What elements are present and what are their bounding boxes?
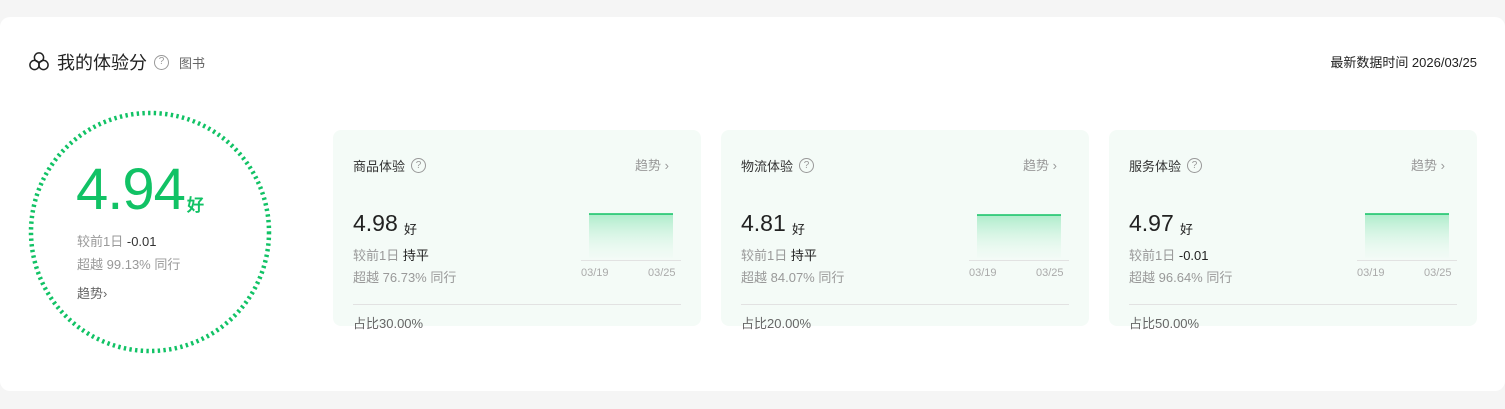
beat-value: 99.13% [106, 257, 151, 272]
prev-day-value: -0.01 [126, 234, 157, 249]
card-score: 4.98 [353, 210, 398, 236]
overall-trend-link[interactable]: 趋势› [77, 283, 107, 302]
beat-label: 超越 [741, 270, 768, 285]
card-level: 好 [792, 222, 806, 237]
card-title: 服务体验 ? [1129, 156, 1203, 175]
prev-day-label: 较前1日 [1129, 248, 1176, 263]
spark-axis [969, 260, 1069, 261]
card-prev-day: 较前1日 持平 [741, 245, 817, 264]
update-time: 最新数据时间 2026/03/25 [1330, 55, 1477, 70]
prev-day-value: 持平 [790, 248, 817, 263]
card-level: 好 [1180, 222, 1194, 237]
prev-day-value: 持平 [402, 248, 429, 263]
trend-label: 趋势 [1023, 158, 1050, 173]
logistics-experience-card: 物流体验 ? 趋势 › 4.81 好 较前1日 持平 超越 84.07% 同行 … [721, 130, 1089, 331]
divider [741, 304, 1069, 305]
beat-label: 超越 [77, 257, 104, 272]
beat-label: 超越 [353, 270, 380, 285]
trend-label: 趋势 [77, 286, 104, 301]
card-trend-link[interactable]: 趋势 › [635, 155, 669, 174]
spark-axis [581, 260, 681, 261]
divider [1129, 304, 1457, 305]
prev-day-label: 较前1日 [741, 248, 788, 263]
peer-label: 同行 [430, 270, 457, 285]
x-start-label: 03/19 [581, 267, 609, 279]
x-start-label: 03/19 [969, 267, 997, 279]
beat-value: 96.64% [1158, 270, 1203, 285]
divider [353, 304, 681, 305]
card-title: 商品体验 ? [353, 156, 427, 175]
x-start-label: 03/19 [1357, 267, 1385, 279]
x-end-label: 03/25 [1424, 267, 1452, 279]
prev-day-value: -0.01 [1178, 248, 1209, 263]
trend-sparkline [589, 213, 673, 258]
beat-value: 76.73% [382, 270, 427, 285]
peer-label: 同行 [818, 270, 845, 285]
card-share: 占比50.00% [1129, 316, 1200, 331]
experience-score-panel: 我的体验分 ? 图书 最新数据时间 2026/03/25 4.94 好 较前1日… [0, 17, 1505, 391]
card-beat: 超越 76.73% 同行 [353, 267, 456, 286]
beat-label: 超越 [1129, 270, 1156, 285]
card-share: 占比30.00% [353, 316, 424, 331]
spark-axis [1357, 260, 1457, 261]
trend-label: 趋势 [1411, 158, 1438, 173]
card-title-text: 服务体验 [1129, 159, 1182, 174]
card-title: 物流体验 ? [741, 156, 815, 175]
card-beat: 超越 96.64% 同行 [1129, 267, 1232, 286]
help-icon[interactable]: ? [799, 158, 815, 173]
chevron-right-icon: › [664, 158, 669, 173]
category-label: 图书 [179, 55, 206, 71]
prev-day-label: 较前1日 [353, 248, 400, 263]
overall-score-ring: 4.94 好 较前1日 -0.01 超越 99.13% 同行 趋势› [28, 110, 272, 354]
product-experience-card: 商品体验 ? 趋势 › 4.98 好 较前1日 持平 超越 76.73% 同行 … [333, 130, 701, 331]
help-icon[interactable]: ? [1187, 158, 1203, 173]
card-prev-day: 较前1日 -0.01 [1129, 245, 1209, 264]
card-beat: 超越 84.07% 同行 [741, 267, 844, 286]
card-level: 好 [404, 222, 418, 237]
card-title-text: 物流体验 [741, 159, 794, 174]
trend-label: 趋势 [635, 158, 662, 173]
panel-header: 我的体验分 ? 图书 [28, 50, 205, 74]
card-share: 占比20.00% [741, 316, 812, 331]
service-experience-card: 服务体验 ? 趋势 › 4.97 好 较前1日 -0.01 超越 96.64% … [1109, 130, 1477, 331]
prev-day-label: 较前1日 [77, 234, 124, 249]
x-end-label: 03/25 [648, 267, 676, 279]
card-prev-day: 较前1日 持平 [353, 245, 429, 264]
three-circles-icon [29, 52, 49, 71]
help-icon[interactable]: ? [411, 158, 427, 173]
help-icon[interactable]: ? [154, 54, 169, 70]
chevron-right-icon: › [103, 286, 108, 301]
peer-label: 同行 [154, 257, 181, 272]
overall-score: 4.94 [76, 157, 186, 222]
card-trend-link[interactable]: 趋势 › [1411, 155, 1445, 174]
overall-level: 好 [187, 196, 204, 215]
card-score: 4.97 [1129, 210, 1174, 236]
chevron-right-icon: › [1440, 158, 1445, 173]
overall-prev-day: 较前1日 -0.01 [77, 231, 157, 250]
overall-beat: 超越 99.13% 同行 [77, 254, 180, 273]
page-title: 我的体验分 [57, 53, 147, 73]
card-trend-link[interactable]: 趋势 › [1023, 155, 1057, 174]
peer-label: 同行 [1206, 270, 1233, 285]
chevron-right-icon: › [1052, 158, 1057, 173]
trend-sparkline [977, 214, 1061, 258]
card-score: 4.81 [741, 210, 786, 236]
beat-value: 84.07% [770, 270, 815, 285]
card-title-text: 商品体验 [353, 159, 406, 174]
x-end-label: 03/25 [1036, 267, 1064, 279]
trend-sparkline [1365, 213, 1449, 258]
